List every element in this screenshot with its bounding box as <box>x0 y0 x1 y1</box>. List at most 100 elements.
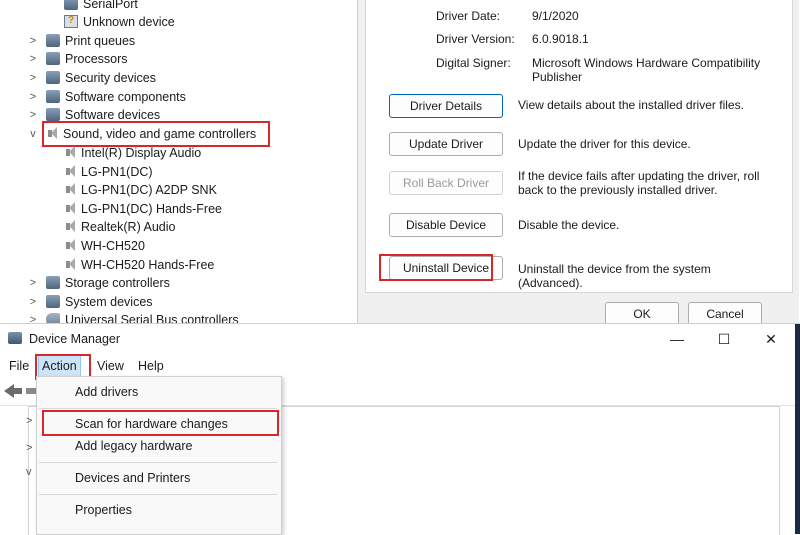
tree-item-unknown-device[interactable]: Unknown device <box>28 12 175 31</box>
driver-details-button[interactable]: Driver Details <box>389 94 503 118</box>
speaker-icon <box>64 258 76 271</box>
speaker-icon <box>64 146 76 159</box>
digital-signer-label: Digital Signer: <box>436 56 511 70</box>
menu-item-label: Add legacy hardware <box>75 439 193 453</box>
update-driver-desc: Update the driver for this device. <box>518 137 691 151</box>
tree-item-label: Processors <box>65 51 128 66</box>
tree-item-label: Security devices <box>65 70 157 85</box>
driver-version-label: Driver Version: <box>436 32 515 46</box>
tree-item-realtek-audio[interactable]: Realtek(R) Audio <box>64 217 176 236</box>
chevron-right-icon[interactable]: > <box>28 53 38 65</box>
software-device-icon <box>46 108 60 121</box>
speaker-icon <box>64 165 76 178</box>
tree-item-print-queues[interactable]: > Print queues <box>28 31 135 50</box>
menu-item-devices-printers[interactable]: Devices and Printers <box>37 466 281 490</box>
speaker-icon <box>64 220 76 233</box>
port-icon <box>64 0 78 10</box>
device-manager-icon <box>8 332 22 344</box>
tree-item-label: Realtek(R) Audio <box>81 219 176 234</box>
chevron-right-icon[interactable]: > <box>28 296 38 308</box>
tree-item-security-devices[interactable]: > Security devices <box>28 68 156 87</box>
menu-item-label: Devices and Printers <box>75 471 191 485</box>
menu-bar: File Action View Help <box>0 355 800 377</box>
tree-item-system-devices[interactable]: > System devices <box>28 292 153 311</box>
menu-separator <box>39 494 277 495</box>
menu-item-add-legacy-hardware[interactable]: Add legacy hardware <box>37 434 281 458</box>
speaker-icon <box>64 202 76 215</box>
security-device-icon <box>46 71 60 84</box>
window-title: Device Manager <box>29 332 121 346</box>
minimize-button[interactable]: — <box>662 329 692 349</box>
tree-item-label: System devices <box>65 294 153 309</box>
tree-item-label: Software devices <box>65 107 161 122</box>
update-driver-button[interactable]: Update Driver <box>389 132 503 156</box>
forward-icon[interactable] <box>26 388 36 394</box>
tree-item-label: Print queues <box>65 33 136 48</box>
menu-separator <box>39 462 277 463</box>
menu-item-add-drivers[interactable]: Add drivers <box>37 380 281 404</box>
uninstall-device-desc: Uninstall the device from the system (Ad… <box>518 262 711 290</box>
tree-item-software-components[interactable]: > Software components <box>28 87 186 106</box>
driver-date-value: 9/1/2020 <box>532 9 579 23</box>
chevron-right-icon[interactable]: > <box>26 442 32 454</box>
tree-item-wh-ch520[interactable]: WH-CH520 <box>64 236 145 255</box>
menu-help[interactable]: Help <box>135 356 167 376</box>
tree-item-lg-pn1-hands-free[interactable]: LG-PN1(DC) Hands-Free <box>64 199 222 218</box>
chevron-right-icon[interactable]: > <box>28 35 38 47</box>
menu-item-label: Properties <box>75 503 132 517</box>
back-arrow-tail <box>14 388 22 394</box>
driver-tab-panel: Driver Date: 9/1/2020 Driver Version: 6.… <box>365 0 793 293</box>
tree-item-label: Software components <box>65 89 186 104</box>
printer-icon <box>46 34 60 47</box>
tree-item-wh-ch520-hands-free[interactable]: WH-CH520 Hands-Free <box>64 255 214 274</box>
tree-item-label: LG-PN1(DC) <box>81 164 153 179</box>
menu-view[interactable]: View <box>94 356 127 376</box>
tree-item-label: SerialPort <box>83 0 138 11</box>
highlight-uninstall-device <box>379 254 493 281</box>
chevron-down-icon[interactable]: v <box>26 466 32 478</box>
tree-item-lg-pn1[interactable]: LG-PN1(DC) <box>64 162 153 181</box>
speaker-icon <box>64 183 76 196</box>
roll-back-driver-button[interactable]: Roll Back Driver <box>389 171 503 195</box>
chevron-right-icon[interactable]: > <box>28 91 38 103</box>
close-button[interactable]: ✕ <box>756 329 786 349</box>
maximize-button[interactable]: ☐ <box>709 329 739 349</box>
unknown-device-icon <box>64 15 78 28</box>
tree-item-label: Intel(R) Display Audio <box>81 145 202 160</box>
tree-item-lg-pn1-a2dp[interactable]: LG-PN1(DC) A2DP SNK <box>64 180 217 199</box>
storage-icon <box>46 276 60 289</box>
chevron-right-icon[interactable]: > <box>28 109 38 121</box>
back-arrow-icon[interactable] <box>4 384 14 398</box>
tree-item-intel-display-audio[interactable]: Intel(R) Display Audio <box>64 143 201 162</box>
tree-item-label: LG-PN1(DC) Hands-Free <box>81 201 223 216</box>
menu-separator <box>39 408 277 409</box>
menu-item-label: Add drivers <box>75 385 139 399</box>
chevron-right-icon[interactable]: > <box>28 72 38 84</box>
title-bar: Device Manager — ☐ ✕ <box>0 324 800 354</box>
tree-item-label: WH-CH520 <box>81 238 145 253</box>
software-component-icon <box>46 90 60 103</box>
chevron-right-icon[interactable]: > <box>28 277 38 289</box>
window-edge <box>795 324 800 534</box>
driver-details-desc: View details about the installed driver … <box>518 98 744 112</box>
roll-back-driver-desc: If the device fails after updating the d… <box>518 169 760 197</box>
tree-item-label: WH-CH520 Hands-Free <box>81 257 215 272</box>
chevron-right-icon[interactable]: > <box>26 415 32 427</box>
tree-item-storage-controllers[interactable]: > Storage controllers <box>28 273 170 292</box>
menu-file[interactable]: File <box>6 356 32 376</box>
tree-item-label: LG-PN1(DC) A2DP SNK <box>81 182 217 197</box>
driver-properties-dialog: Driver Date: 9/1/2020 Driver Version: 6.… <box>357 0 799 330</box>
action-dropdown-menu: Add drivers Scan for hardware changes Ad… <box>36 376 282 535</box>
tree-item-processors[interactable]: > Processors <box>28 49 128 68</box>
highlight-scan-hardware <box>42 410 279 436</box>
speaker-icon <box>64 239 76 252</box>
digital-signer-value: Microsoft Windows Hardware Compatibility… <box>532 56 761 84</box>
chevron-down-icon[interactable]: v <box>28 128 38 140</box>
system-device-icon <box>46 295 60 308</box>
disable-device-button[interactable]: Disable Device <box>389 213 503 237</box>
tree-item-label: Unknown device <box>83 14 175 29</box>
processor-icon <box>46 52 60 65</box>
menu-item-properties[interactable]: Properties <box>37 498 281 522</box>
disable-device-desc: Disable the device. <box>518 218 620 232</box>
driver-version-value: 6.0.9018.1 <box>532 32 589 46</box>
